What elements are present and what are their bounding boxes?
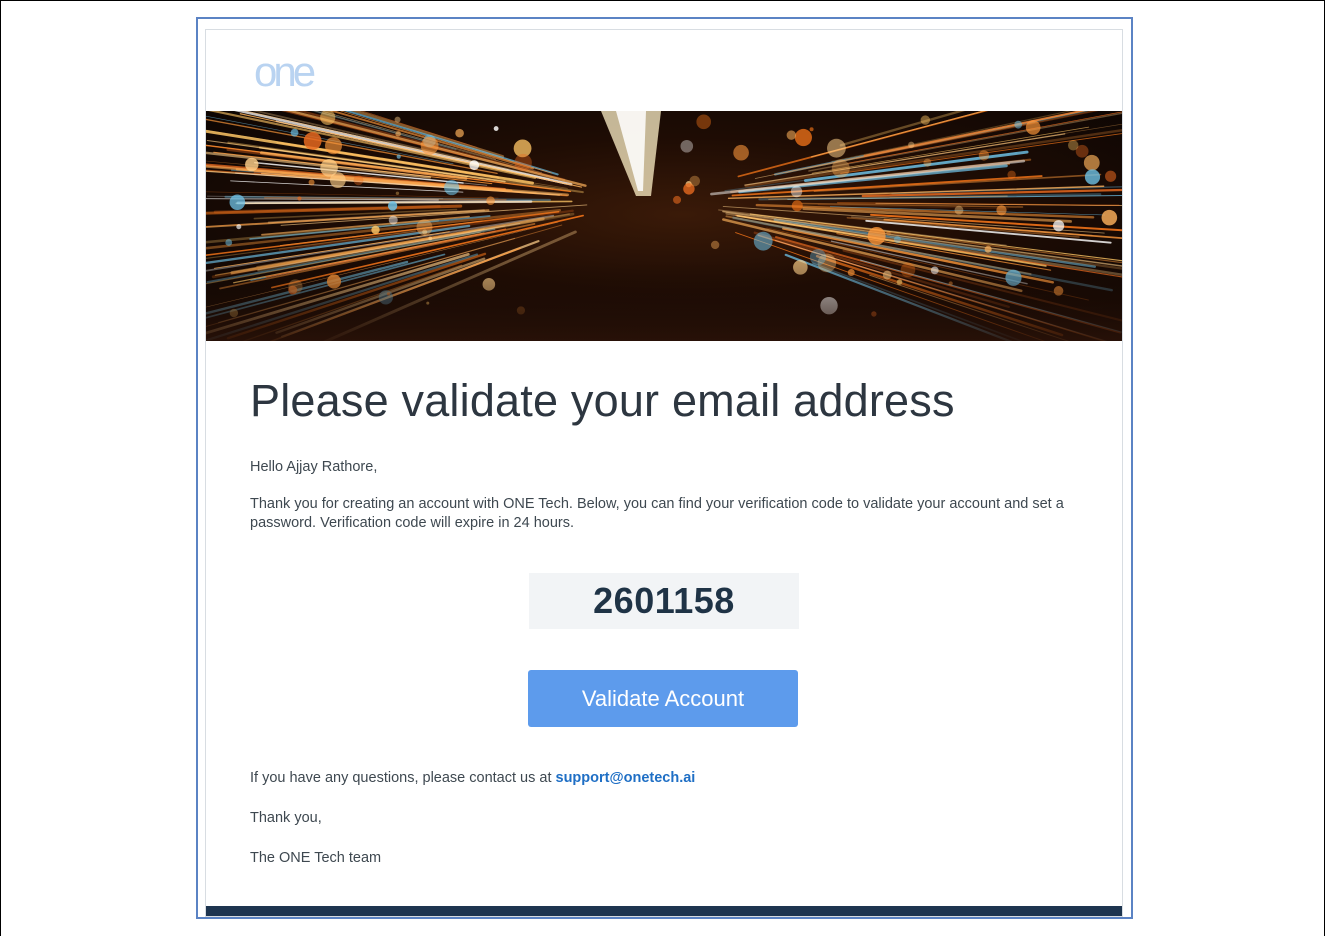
bokeh-dot bbox=[1083, 154, 1100, 171]
bokeh-dot bbox=[791, 200, 803, 212]
bokeh-dot bbox=[1068, 140, 1079, 151]
hero-image bbox=[206, 111, 1122, 341]
bokeh-dot bbox=[225, 239, 233, 246]
verification-code: 2601158 bbox=[593, 580, 735, 621]
bokeh-dot bbox=[486, 196, 495, 205]
one-logo: one bbox=[252, 48, 352, 95]
bokeh-dot bbox=[324, 137, 342, 155]
bokeh-dot bbox=[1084, 169, 1101, 185]
contact-text: If you have any questions, please contac… bbox=[250, 769, 695, 788]
bokeh-dot bbox=[673, 195, 682, 204]
bokeh-dot bbox=[790, 185, 803, 198]
bokeh-dot bbox=[308, 179, 315, 186]
greeting-text: Hello Ajjay Rathore, bbox=[250, 459, 378, 475]
support-email-link[interactable]: support@onetech.ai bbox=[556, 770, 696, 786]
bokeh-dot bbox=[229, 194, 246, 211]
bokeh-dot bbox=[395, 131, 401, 137]
bokeh-dot bbox=[831, 159, 850, 178]
bokeh-dot bbox=[794, 128, 812, 147]
validate-account-button[interactable]: Validate Account bbox=[528, 670, 798, 727]
bokeh-dot bbox=[710, 240, 720, 250]
bokeh-dot bbox=[1014, 120, 1023, 129]
bokeh-dot bbox=[696, 114, 712, 130]
bokeh-dot bbox=[514, 153, 532, 172]
bokeh-dot bbox=[680, 139, 694, 153]
bokeh-dot bbox=[733, 144, 749, 161]
bokeh-dot bbox=[920, 115, 930, 125]
bokeh-dot bbox=[908, 141, 915, 149]
bokeh-dot bbox=[388, 215, 398, 225]
bokeh-dot bbox=[245, 157, 259, 172]
email-card: one Please validate your email address H… bbox=[205, 29, 1123, 917]
bokeh-dot bbox=[395, 191, 400, 195]
page-title: Please validate your email address bbox=[250, 375, 955, 426]
bokeh-dot bbox=[428, 236, 433, 241]
bokeh-dot bbox=[996, 205, 1007, 216]
bokeh-dot bbox=[469, 160, 480, 171]
bokeh-dot bbox=[371, 225, 380, 235]
bokeh-dot bbox=[387, 201, 398, 211]
bokeh-dot bbox=[1101, 209, 1118, 226]
bokeh-dot bbox=[923, 158, 932, 167]
bokeh-dot bbox=[455, 128, 464, 138]
contact-prefix: If you have any questions, please contac… bbox=[250, 770, 556, 786]
bokeh-dot bbox=[978, 150, 990, 161]
bokeh-dot bbox=[1025, 120, 1041, 135]
bokeh-dot bbox=[236, 224, 242, 230]
bokeh-dot bbox=[809, 127, 814, 132]
bokeh-dot bbox=[329, 172, 346, 189]
bokeh-dot bbox=[689, 175, 701, 187]
one-logo-icon: one bbox=[254, 48, 319, 95]
bokeh-dot bbox=[984, 245, 992, 253]
verification-code-box: 2601158 bbox=[529, 573, 799, 629]
bokeh-dot bbox=[303, 132, 322, 150]
bokeh-dot bbox=[1053, 220, 1065, 232]
bokeh-dot bbox=[893, 235, 901, 243]
bokeh-dot bbox=[420, 136, 439, 155]
bokeh-dot bbox=[444, 179, 460, 196]
logo-text: one bbox=[254, 50, 315, 94]
light-streaks-image-icon bbox=[206, 111, 1122, 341]
bokeh-dot bbox=[753, 231, 773, 251]
bokeh-dot bbox=[954, 205, 964, 215]
bokeh-dot bbox=[353, 175, 364, 186]
bokeh-dot bbox=[297, 196, 302, 201]
bokeh-dot bbox=[867, 226, 886, 245]
bokeh-dot bbox=[886, 231, 891, 236]
signoff-text: The ONE Tech team bbox=[250, 850, 382, 866]
bokeh-dot bbox=[396, 154, 401, 159]
bokeh-dot bbox=[422, 229, 428, 235]
bokeh-dot bbox=[1007, 170, 1016, 179]
bokeh-dot bbox=[786, 130, 797, 140]
bokeh-dot bbox=[394, 116, 401, 123]
bokeh-dot bbox=[290, 128, 299, 137]
bokeh-dot bbox=[493, 126, 499, 131]
bokeh-dot bbox=[1105, 170, 1117, 182]
intro-text: Thank you for creating an account with O… bbox=[250, 496, 1064, 531]
footer-bar bbox=[206, 906, 1122, 916]
thanks-text: Thank you, bbox=[250, 810, 322, 826]
bokeh-dot bbox=[827, 138, 846, 158]
